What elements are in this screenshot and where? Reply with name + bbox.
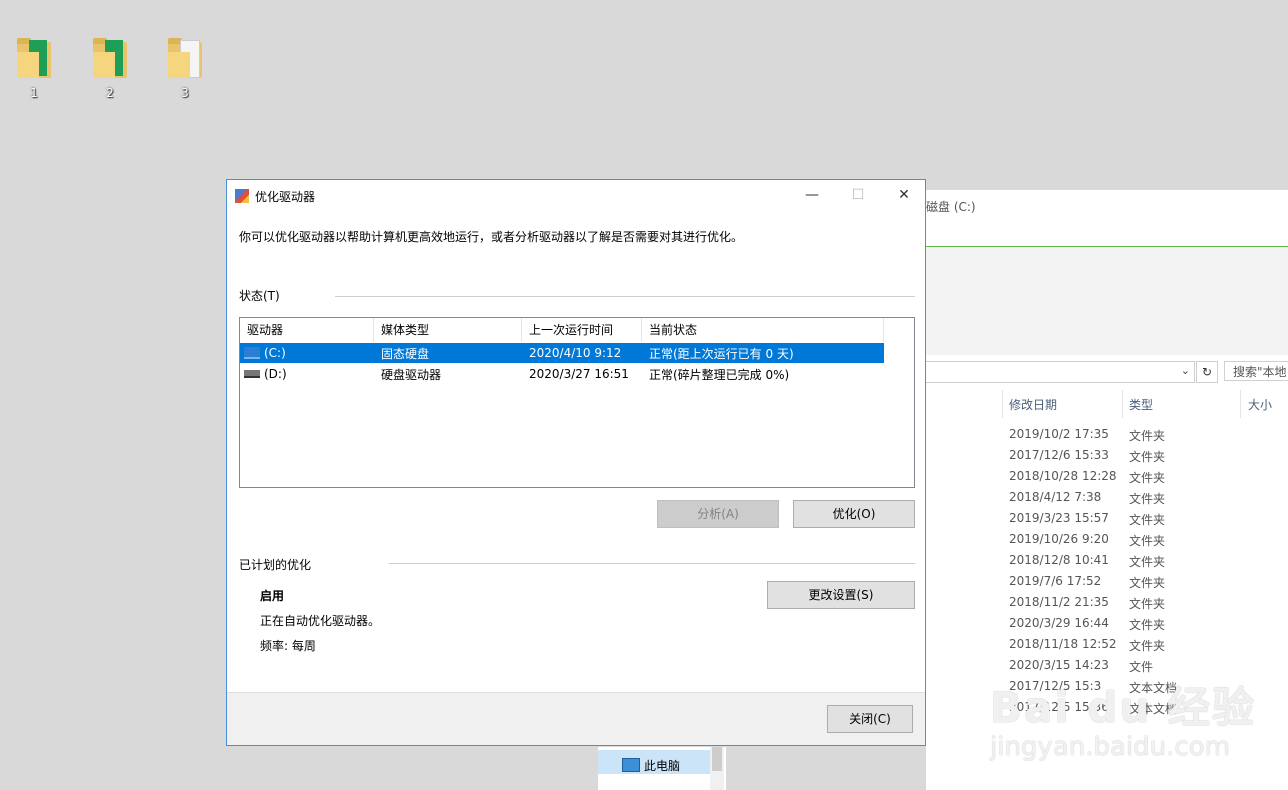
explorer-title: 磁盘 (C:) xyxy=(926,200,976,214)
watermark-logo: Bai du 经验 xyxy=(990,683,1256,732)
drive-media-type: 固态硬盘 xyxy=(381,346,430,361)
file-row[interactable]: 2020/3/15 14:23 文件 xyxy=(1009,658,1153,674)
maximize-button[interactable]: ☐ xyxy=(835,180,881,210)
drive-status: 正常(碎片整理已完成 0%) xyxy=(649,367,790,382)
folder-icon xyxy=(93,38,127,78)
dialog-title: 优化驱动器 xyxy=(255,189,316,204)
drive-row-c[interactable]: (C:) 固态硬盘 2020/4/10 9:12 正常(距上次运行已有 0 天) xyxy=(240,343,884,363)
divider xyxy=(389,563,915,564)
schedule-state: 启用 xyxy=(260,589,285,603)
column-header-size[interactable]: 大小 xyxy=(1248,396,1272,413)
ssd-icon xyxy=(244,347,260,359)
schedule-frequency: 频率: 每周 xyxy=(260,639,316,653)
analyze-button[interactable]: 分析(A) xyxy=(657,500,779,528)
chevron-down-icon[interactable]: ⌄ xyxy=(1181,364,1190,377)
desktop-icon-label: 1 xyxy=(30,86,38,100)
file-row[interactable]: 2019/7/6 17:52 文件夹 xyxy=(1009,574,1165,590)
status-section-label: 状态(T) xyxy=(239,289,280,303)
drive-name: (D:) xyxy=(264,367,287,381)
drive-media-type: 硬盘驱动器 xyxy=(381,367,442,382)
file-row[interactable]: 2017/12/6 15:33 文件夹 xyxy=(1009,448,1165,464)
search-input[interactable]: 搜索"本地 xyxy=(1224,361,1288,381)
dialog-description: 你可以优化驱动器以帮助计算机更高效地运行，或者分析驱动器以了解是否需要对其进行优… xyxy=(239,230,744,244)
defrag-app-icon xyxy=(235,189,249,203)
nav-item-this-pc[interactable]: 此电脑 xyxy=(598,750,710,774)
column-header-last-run[interactable]: 上一次运行时间 xyxy=(522,318,642,342)
desktop-icon-label: 3 xyxy=(181,86,189,100)
explorer-nav-pane: 此电脑 xyxy=(598,747,726,790)
drive-status: 正常(距上次运行已有 0 天) xyxy=(649,346,794,361)
title-bar: 优化驱动器 xyxy=(235,186,315,206)
desktop-icon-3[interactable]: 3 xyxy=(160,38,210,100)
nav-scrollbar[interactable] xyxy=(710,747,724,790)
folder-icon xyxy=(17,38,51,78)
drives-list[interactable]: 驱动器 媒体类型 上一次运行时间 当前状态 (C:) 固态硬盘 2020/4/1… xyxy=(239,317,915,488)
desktop-icon-2[interactable]: 2 xyxy=(85,38,135,100)
desktop-icon-1[interactable]: 1 xyxy=(9,38,59,100)
drive-last-run: 2020/4/10 9:12 xyxy=(529,346,622,360)
optimize-drives-dialog: 优化驱动器 — ☐ ✕ 你可以优化驱动器以帮助计算机更高效地运行，或者分析驱动器… xyxy=(226,179,926,746)
file-row[interactable]: 2019/10/2 17:35 文件夹 xyxy=(1009,427,1165,443)
drive-name: (C:) xyxy=(264,346,286,360)
close-window-button[interactable]: ✕ xyxy=(881,180,927,210)
column-header-type[interactable]: 类型 xyxy=(1129,396,1153,413)
file-row[interactable]: 2018/11/2 21:35 文件夹 xyxy=(1009,595,1165,611)
refresh-icon[interactable]: ↻ xyxy=(1196,361,1218,383)
explorer-ribbon xyxy=(926,246,1288,355)
divider xyxy=(335,296,915,297)
close-button[interactable]: 关闭(C) xyxy=(827,705,913,733)
file-row[interactable]: 2018/11/18 12:52 文件夹 xyxy=(1009,637,1165,653)
column-header-media-type[interactable]: 媒体类型 xyxy=(374,318,522,342)
optimize-button[interactable]: 优化(O) xyxy=(793,500,915,528)
column-header-current-status[interactable]: 当前状态 xyxy=(642,318,884,342)
file-row[interactable]: 2020/3/29 16:44 文件夹 xyxy=(1009,616,1165,632)
change-settings-button[interactable]: 更改设置(S) xyxy=(767,581,915,609)
folder-icon xyxy=(168,38,202,78)
dialog-footer: 关闭(C) xyxy=(227,692,925,745)
desktop-icon-label: 2 xyxy=(106,86,114,100)
column-header-date[interactable]: 修改日期 xyxy=(1009,396,1057,413)
minimize-button[interactable]: — xyxy=(789,180,835,210)
watermark-url: jingyan.baidu.com xyxy=(990,732,1230,762)
drive-row-d[interactable]: (D:) 硬盘驱动器 2020/3/27 16:51 正常(碎片整理已完成 0%… xyxy=(240,364,884,384)
file-row[interactable]: 2019/3/23 15:57 文件夹 xyxy=(1009,511,1165,527)
file-row[interactable]: 2018/10/28 12:28 文件夹 xyxy=(1009,469,1165,485)
hdd-icon xyxy=(244,370,260,378)
address-bar[interactable]: ⌄ xyxy=(926,361,1195,383)
file-row[interactable]: 2018/4/12 7:38 文件夹 xyxy=(1009,490,1165,506)
column-header-drive[interactable]: 驱动器 xyxy=(240,318,374,342)
file-row[interactable]: 2018/12/8 10:41 文件夹 xyxy=(1009,553,1165,569)
drive-last-run: 2020/3/27 16:51 xyxy=(529,367,629,381)
computer-icon xyxy=(622,758,640,772)
schedule-description: 正在自动优化驱动器。 xyxy=(260,614,381,628)
scheduled-section-label: 已计划的优化 xyxy=(239,558,312,572)
drives-list-header: 驱动器 媒体类型 上一次运行时间 当前状态 xyxy=(240,318,884,342)
nav-item-label: 此电脑 xyxy=(644,759,681,773)
file-row[interactable]: 2019/10/26 9:20 文件夹 xyxy=(1009,532,1165,548)
